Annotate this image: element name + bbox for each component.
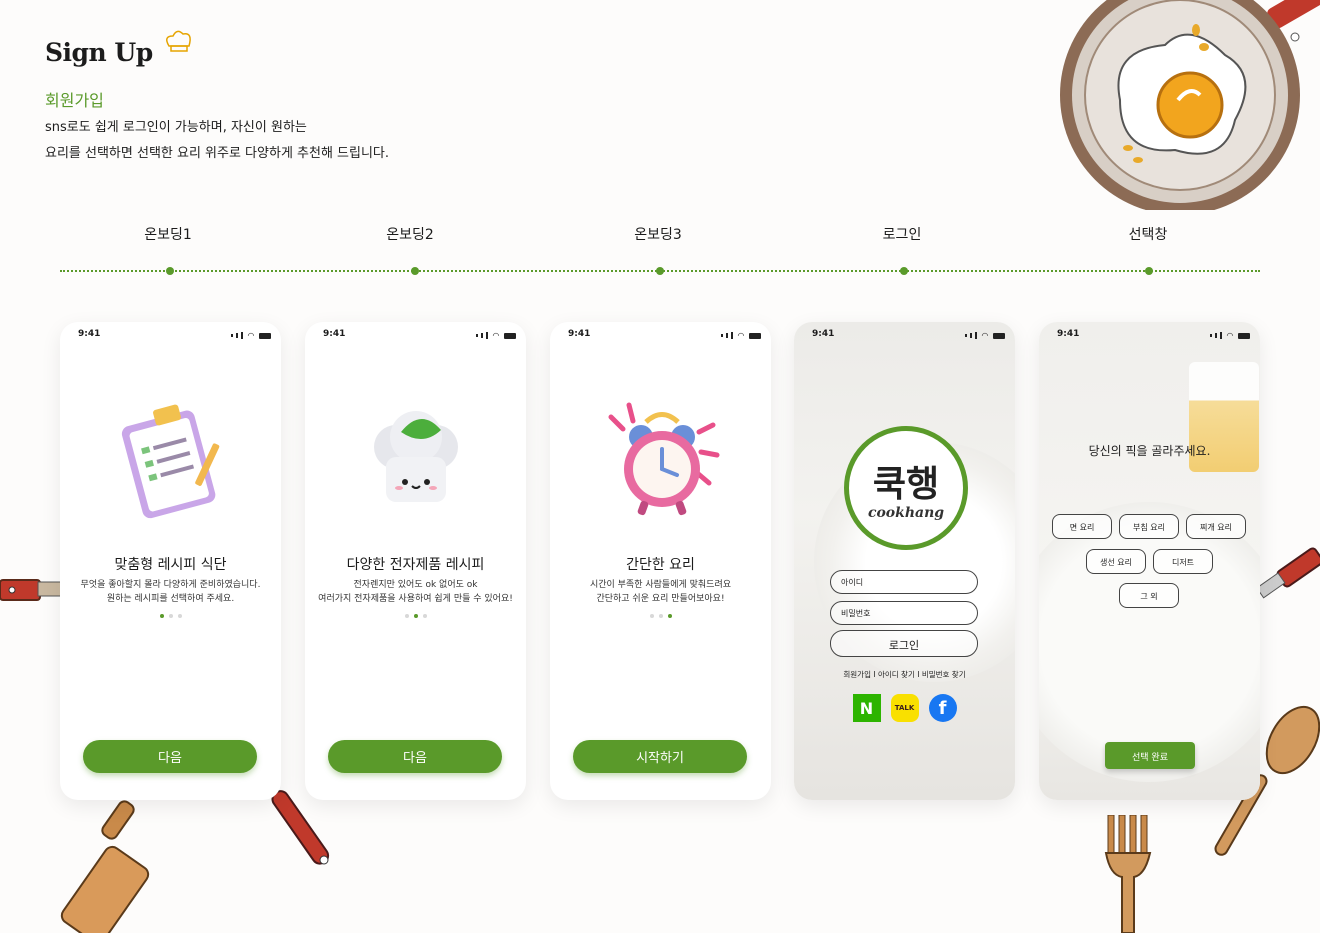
status-icons: ◠ [720, 331, 761, 340]
social-login: N TALK f [794, 694, 1015, 722]
step-label-login: 로그인 [882, 227, 922, 243]
battery-icon [1238, 332, 1250, 339]
account-links[interactable]: 회원가입 I 아이디 찾기 I 비밀번호 찾기 [794, 669, 1015, 680]
battery-icon [749, 332, 761, 339]
wifi-icon: ◠ [1226, 331, 1233, 340]
page-subtitle: 회원가입 [45, 91, 104, 110]
onboarding-title: 간단한 요리 [626, 557, 695, 573]
timeline-dot [656, 267, 664, 275]
onboarding-title: 다양한 전자제품 레시피 [346, 557, 485, 573]
battery-icon [259, 332, 271, 339]
select-done-button[interactable]: 선택 완료 [1105, 742, 1195, 769]
phone-select: 9:41 ◠ 당신의 픽을 골라주세요. 면 요리 부침 요리 찌개 요리 생선… [1039, 322, 1260, 800]
password-field[interactable]: 비밀번호 [830, 601, 978, 625]
chef-hat-character-icon [373, 411, 458, 502]
phone-onboarding1: 9:41 ◠ 맞춤형 레시피 식단 무엇을 좋아할지 몰라 다양하게 준비하였습… [60, 322, 281, 800]
battery-icon [504, 332, 516, 339]
wifi-icon: ◠ [247, 331, 254, 340]
chip-dessert[interactable]: 디저트 [1153, 549, 1213, 574]
timeline-dot [900, 267, 908, 275]
knife-right-illustration [1258, 547, 1320, 599]
naver-login-icon[interactable]: N [852, 694, 881, 722]
frying-pan-illustration [1060, 0, 1320, 210]
id-field[interactable]: 아이디 [830, 570, 978, 594]
kakao-login-icon[interactable]: TALK [890, 694, 919, 722]
page-indicator [550, 614, 771, 618]
chip-fish[interactable]: 생선 요리 [1086, 549, 1146, 574]
onboarding-text: 시간이 부족한 사람들에게 맞춰드려요 간단하고 쉬운 요리 만들어보아요! [589, 580, 732, 604]
food-plate-photo [1039, 502, 1260, 782]
chip-stew[interactable]: 찌개 요리 [1186, 514, 1246, 539]
alarm-clock-icon [608, 402, 719, 516]
next-button[interactable]: 다음 [83, 740, 257, 773]
onboarding-title: 맞춤형 레시피 식단 [114, 557, 227, 573]
step-timeline: 온보딩1 온보딩2 온보딩3 로그인 선택창 [0, 224, 1320, 284]
chef-hat-icon [166, 30, 191, 52]
status-bar: 9:41 ◠ [305, 322, 526, 348]
chip-pancake[interactable]: 부침 요리 [1119, 514, 1179, 539]
page-indicator [305, 614, 526, 618]
onboarding-text: 전자렌지만 있어도 ok 없어도 ok 여러가지 전자제품을 사용하여 쉽게 만… [318, 580, 513, 604]
page-description: sns로도 쉽게 로그인이 가능하며, 자신이 원하는 요리를 선택하면 선택한… [45, 120, 390, 161]
phone-onboarding3: 9:41 ◠ 간단한 요리 시간이 부족한 사람들에게 맞춰드려요 간단하고 쉬… [550, 322, 771, 800]
timeline-dot [1145, 267, 1153, 275]
status-icons: ◠ [1209, 331, 1250, 340]
onboarding-text: 무엇을 좋아할지 몰라 다양하게 준비하였습니다. 원하는 레시피를 선택하여 … [80, 580, 261, 604]
rolling-pin-illustration [60, 800, 150, 933]
chip-other[interactable]: 그 외 [1119, 583, 1179, 608]
status-icons: ◠ [475, 331, 516, 340]
status-icons: ◠ [230, 331, 271, 340]
phone-login: 9:41 ◠ 쿡행 cookhang 아이디 비밀번호 로그인 회원가입 I 아… [794, 322, 1015, 800]
fork-illustration [1104, 815, 1152, 933]
step-label-onboarding3: 온보딩3 [634, 227, 682, 243]
status-bar: 9:41 ◠ [794, 322, 1015, 348]
wifi-icon: ◠ [737, 331, 744, 340]
start-button[interactable]: 시작하기 [573, 740, 747, 773]
timeline-dot [411, 267, 419, 275]
page-header: Sign Up 회원가입 sns로도 쉽게 로그인이 가능하며, 자신이 원하는… [45, 30, 390, 167]
facebook-login-icon[interactable]: f [928, 694, 957, 722]
login-button[interactable]: 로그인 [830, 630, 978, 657]
battery-icon [993, 332, 1005, 339]
chip-noodles[interactable]: 면 요리 [1052, 514, 1112, 539]
status-bar: 9:41 ◠ [1039, 322, 1260, 348]
next-button[interactable]: 다음 [328, 740, 502, 773]
page-indicator [60, 614, 281, 618]
timeline-dot [166, 267, 174, 275]
clipboard-icon [121, 404, 219, 519]
status-icons: ◠ [964, 331, 1005, 340]
phone-onboarding2: 9:41 ◠ 다양한 전자제품 레시피 전자렌지만 있어도 ok 없어도 ok … [305, 322, 526, 800]
wifi-icon: ◠ [981, 331, 988, 340]
cookhang-logo: 쿡행 cookhang [844, 426, 968, 550]
step-label-select: 선택창 [1128, 227, 1168, 243]
step-label-onboarding2: 온보딩2 [386, 227, 434, 243]
wifi-icon: ◠ [492, 331, 499, 340]
status-bar: 9:41 ◠ [550, 322, 771, 348]
step-label-onboarding1: 온보딩1 [144, 227, 192, 243]
page-title: Sign Up [45, 30, 389, 67]
status-bar: 9:41 ◠ [60, 322, 281, 348]
select-title: 당신의 픽을 골라주세요. [1088, 444, 1211, 458]
